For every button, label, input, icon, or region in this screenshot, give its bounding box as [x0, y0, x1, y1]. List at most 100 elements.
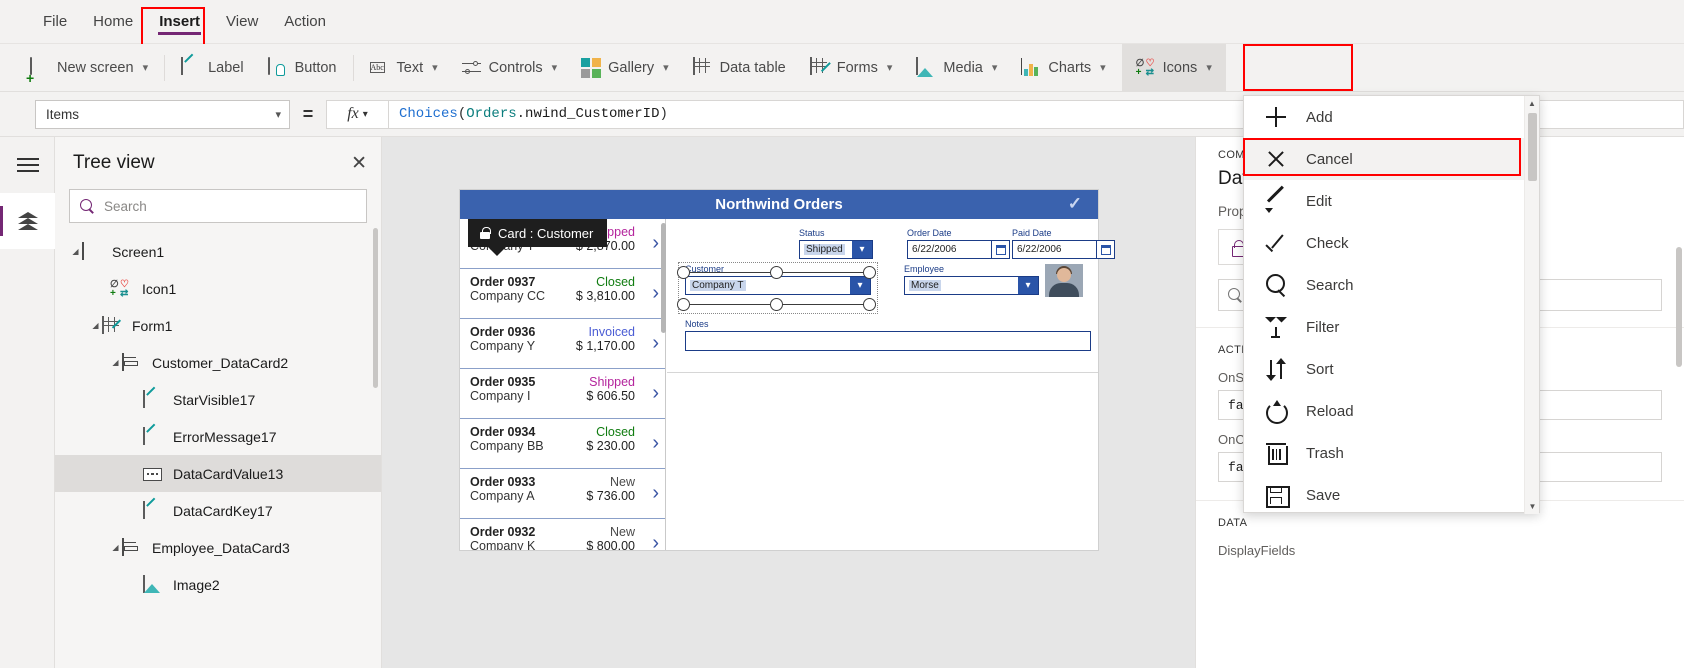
- resize-handle-tc[interactable]: [770, 266, 783, 279]
- resize-handle-tl[interactable]: [677, 266, 690, 279]
- gallery-scrollbar[interactable]: [661, 219, 666, 550]
- dropdown-item-save[interactable]: Save: [1244, 474, 1539, 516]
- gallery-row[interactable]: Order 0934 Closed Company BB $ 230.00 ›: [460, 419, 665, 469]
- chevron-down-icon[interactable]: ▾: [1018, 277, 1038, 294]
- orders-gallery[interactable]: Order 0938Shipped Company T$ 2,870.00 › …: [460, 219, 666, 550]
- tree-node-datacardvalue13[interactable]: DataCardValue13: [55, 455, 381, 492]
- check-icon[interactable]: ✓: [1068, 194, 1082, 214]
- tree-node-icon1[interactable]: ∅ ♡ + ⇄ Icon1: [55, 270, 381, 307]
- ribbon-button-control[interactable]: Button: [256, 44, 349, 92]
- datacard-icon: [122, 537, 144, 557]
- ribbon-data-table[interactable]: Data table: [681, 44, 798, 92]
- paid-date-input[interactable]: 6/22/2006: [1012, 240, 1115, 259]
- dropdown-item-cancel[interactable]: Cancel: [1244, 138, 1539, 180]
- tree-node-customer-datacard2[interactable]: ◢ Customer_DataCard2: [55, 344, 381, 381]
- scroll-up-arrow-icon[interactable]: ▲: [1525, 96, 1539, 111]
- dropdown-item-trash[interactable]: Trash: [1244, 432, 1539, 474]
- scroll-down-arrow-icon[interactable]: ▼: [1525, 499, 1540, 514]
- tree-node-employee-datacard3[interactable]: ◢ Employee_DataCard3: [55, 529, 381, 566]
- notes-field: Notes: [685, 319, 1091, 351]
- ribbon-controls[interactable]: Controls ▾: [450, 44, 570, 92]
- gallery-row[interactable]: Order 0932 New Company K $ 800.00 ›: [460, 519, 665, 550]
- chevron-down-icon[interactable]: ▾: [850, 277, 870, 294]
- ribbon-charts[interactable]: Charts ▾: [1009, 44, 1117, 92]
- resize-handle-tr[interactable]: [863, 266, 876, 279]
- menu-item-file[interactable]: File: [30, 0, 80, 44]
- resize-handle-br[interactable]: [863, 298, 876, 311]
- panel-scrollbar-thumb[interactable]: [1676, 247, 1682, 367]
- tree-search-wrapper: Search: [55, 189, 381, 233]
- order-status: New: [609, 525, 635, 539]
- edit-pencil-icon: [1264, 189, 1288, 213]
- chevron-right-icon[interactable]: ›: [652, 232, 659, 255]
- menu-label: Insert: [159, 13, 201, 30]
- calendar-icon[interactable]: [1096, 241, 1114, 258]
- resize-handle-bc[interactable]: [770, 298, 783, 311]
- hamburger-menu-button[interactable]: [0, 137, 55, 193]
- menu-item-action[interactable]: Action: [271, 0, 339, 44]
- tree-node-image2[interactable]: Image2: [55, 566, 381, 603]
- notes-input[interactable]: [685, 331, 1091, 351]
- chevron-right-icon[interactable]: ›: [652, 282, 659, 305]
- property-selector[interactable]: Items ▾: [35, 99, 290, 129]
- order-amount: $ 1,170.00: [575, 339, 635, 353]
- resize-handle-bl[interactable]: [677, 298, 690, 311]
- ribbon-label-control[interactable]: Label: [169, 44, 255, 92]
- chevron-right-icon[interactable]: ›: [652, 332, 659, 355]
- tree-node-starvisible17[interactable]: StarVisible17: [55, 381, 381, 418]
- ribbon-media[interactable]: Media ▾: [904, 44, 1009, 92]
- order-date-input[interactable]: 6/22/2006: [907, 240, 1010, 259]
- ribbon-new-screen[interactable]: New screen ▾: [18, 44, 160, 92]
- dropdown-item-search[interactable]: Search: [1244, 264, 1539, 306]
- dropdown-item-add[interactable]: Add: [1244, 96, 1539, 138]
- chevron-right-icon[interactable]: ›: [652, 432, 659, 455]
- ribbon-text[interactable]: Abc Text ▾: [358, 44, 450, 92]
- dropdown-item-filter[interactable]: Filter: [1244, 306, 1539, 348]
- customer-combobox[interactable]: Company T ▾: [685, 276, 871, 295]
- ribbon-gallery[interactable]: Gallery ▾: [569, 44, 680, 92]
- twisty-icon[interactable]: ◢: [69, 247, 82, 256]
- dropdown-item-label: Save: [1306, 486, 1341, 504]
- gallery-row[interactable]: Order 0937 Closed Company CC $ 3,810.00 ›: [460, 269, 665, 319]
- gallery-row[interactable]: Order 0936 Invoiced Company Y $ 1,170.00 ›: [460, 319, 665, 369]
- fx-button[interactable]: fx ▾: [326, 99, 388, 129]
- dropdown-item-reload[interactable]: Reload: [1244, 390, 1539, 432]
- chevron-right-icon[interactable]: ›: [652, 532, 659, 550]
- dropdown-item-edit[interactable]: Edit: [1244, 180, 1539, 222]
- gallery-row[interactable]: Order 0933 New Company A $ 736.00 ›: [460, 469, 665, 519]
- employee-dropdown[interactable]: Morse ▾: [904, 276, 1039, 295]
- twisty-icon[interactable]: ◢: [89, 321, 102, 330]
- chevron-right-icon[interactable]: ›: [652, 482, 659, 505]
- label-pencil-icon: [143, 389, 165, 409]
- chevron-down-icon[interactable]: ▾: [852, 241, 872, 258]
- ribbon-forms[interactable]: Forms ▾: [798, 44, 905, 92]
- gallery-row[interactable]: Order 0935 Shipped Company I $ 606.50 ›: [460, 369, 665, 419]
- dropdown-scrollbar-thumb[interactable]: [1528, 113, 1537, 181]
- tree-node-form1[interactable]: ◢ Form1: [55, 307, 381, 344]
- dropdown-scrollbar[interactable]: ▲ ▼: [1524, 96, 1539, 514]
- tree-view-rail-button[interactable]: [0, 193, 55, 249]
- twisty-icon[interactable]: ◢: [109, 358, 122, 367]
- ribbon-icons[interactable]: ∅ ♡ + ⇄ Icons ▾: [1121, 43, 1226, 92]
- tree-scrollbar-thumb[interactable]: [373, 228, 378, 388]
- calendar-icon[interactable]: [991, 241, 1009, 258]
- status-dropdown[interactable]: Shipped ▾: [799, 240, 873, 259]
- menu-item-insert[interactable]: Insert: [146, 0, 213, 44]
- formula-token-paren: (: [457, 106, 467, 122]
- twisty-icon[interactable]: ◢: [109, 543, 122, 552]
- dropdown-item-label: Check: [1306, 234, 1349, 252]
- menu-item-view[interactable]: View: [213, 0, 271, 44]
- field-label: Order Date: [907, 228, 952, 238]
- trash-bin-icon: [1264, 441, 1288, 465]
- close-icon[interactable]: ✕: [351, 152, 367, 175]
- chevron-right-icon[interactable]: ›: [652, 382, 659, 405]
- dropdown-item-check[interactable]: Check: [1244, 222, 1539, 264]
- tree-node-errormessage17[interactable]: ErrorMessage17: [55, 418, 381, 455]
- sort-arrows-icon: [1264, 357, 1288, 381]
- menu-item-home[interactable]: Home: [80, 0, 146, 44]
- tree-node-screen1[interactable]: ◢ Screen1: [55, 233, 381, 270]
- dropdown-item-sort[interactable]: Sort: [1244, 348, 1539, 390]
- tree-search-input[interactable]: Search: [69, 189, 367, 223]
- reload-circle-icon: [1264, 399, 1288, 424]
- tree-node-datacardkey17[interactable]: DataCardKey17: [55, 492, 381, 529]
